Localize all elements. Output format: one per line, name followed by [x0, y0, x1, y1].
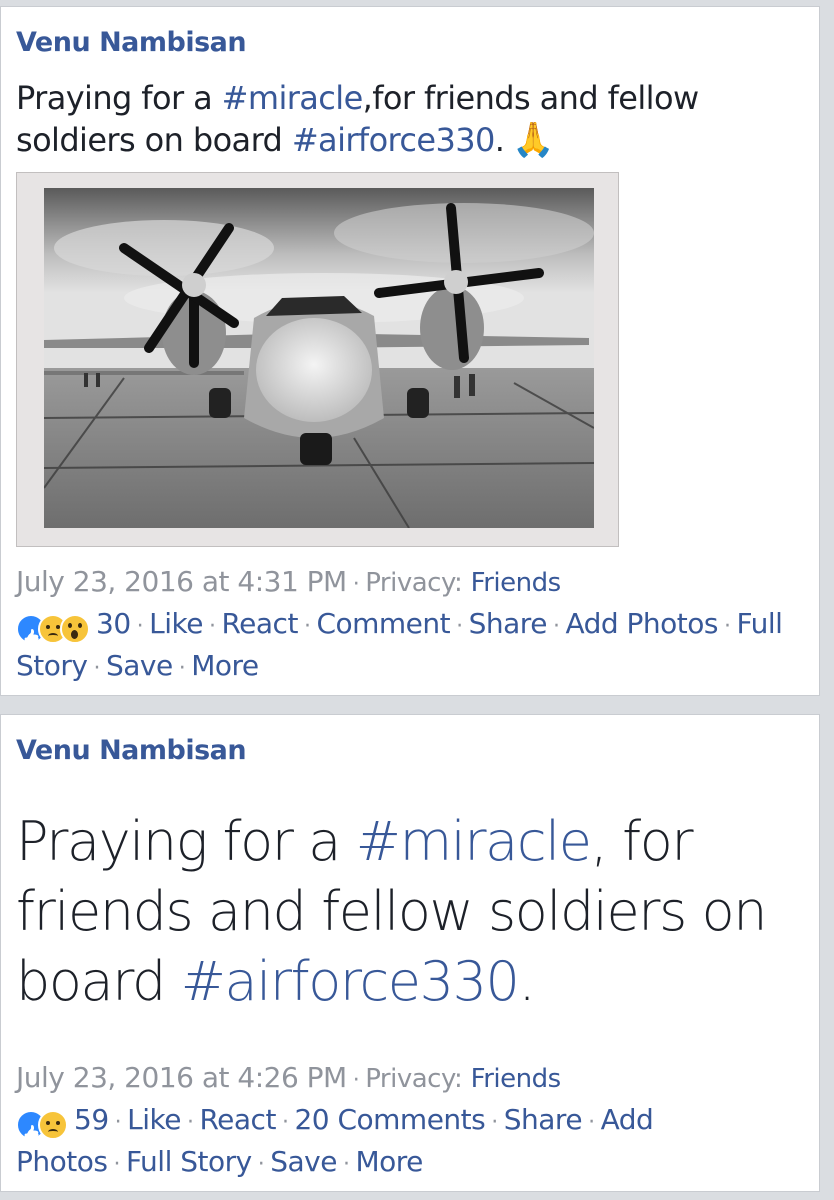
praying-hands-emoji: 🙏 [512, 120, 555, 160]
privacy-label: Privacy: [365, 1064, 463, 1094]
post-text-part: . [494, 121, 505, 159]
like-link[interactable]: Like [127, 1103, 181, 1136]
react-link[interactable]: React [221, 607, 298, 640]
privacy-link[interactable]: Friends [471, 1064, 562, 1094]
comment-link[interactable]: Comment [316, 607, 450, 640]
reaction-icons[interactable] [16, 1104, 68, 1140]
hashtag-link[interactable]: #airforce330 [292, 121, 496, 159]
hashtag-link[interactable]: #airforce330 [181, 950, 520, 1013]
hashtag-link[interactable]: #miracle [356, 810, 592, 873]
save-link[interactable]: Save [270, 1145, 337, 1178]
sad-icon [38, 1110, 68, 1140]
comment-link[interactable]: 20 Comments [294, 1103, 485, 1136]
post-card-1: Venu Nambisan Praying for a #miracle,for… [0, 6, 820, 696]
post-text-part: Praying for a [16, 79, 222, 117]
full-story-link[interactable]: Full Story [126, 1145, 252, 1178]
privacy-label: Privacy: [365, 568, 463, 598]
post-meta: July 23, 2016 at 4:26 PM · Privacy: Friend… [16, 1058, 806, 1184]
post-text: Praying for a #miracle, for friends and … [16, 807, 806, 1017]
reaction-count[interactable]: 30 [96, 607, 131, 640]
reaction-icons[interactable] [16, 608, 90, 644]
share-link[interactable]: Share [504, 1103, 583, 1136]
hashtag-link[interactable]: #miracle [222, 79, 364, 117]
post-text-part: . [518, 950, 536, 1013]
reaction-count[interactable]: 59 [74, 1103, 109, 1136]
post-timestamp[interactable]: July 23, 2016 at 4:31 PM [16, 565, 347, 598]
more-link[interactable]: More [191, 649, 259, 682]
save-link[interactable]: Save [106, 649, 173, 682]
more-link[interactable]: More [355, 1145, 423, 1178]
share-link[interactable]: Share [469, 607, 548, 640]
like-link[interactable]: Like [149, 607, 203, 640]
post-card-2: Venu Nambisan Praying for a #miracle, fo… [0, 714, 820, 1192]
add-photos-link[interactable]: Add Photos [565, 607, 718, 640]
post-text-part: Praying for a [16, 810, 356, 873]
post-text: Praying for a #miracle,for friends and f… [16, 77, 796, 161]
post-photo[interactable] [16, 172, 619, 547]
privacy-link[interactable]: Friends [471, 568, 562, 598]
wow-icon [60, 614, 90, 644]
react-link[interactable]: React [199, 1103, 276, 1136]
post-timestamp[interactable]: July 23, 2016 at 4:26 PM [16, 1061, 347, 1094]
post-author[interactable]: Venu Nambisan [16, 27, 247, 58]
airplane-photo [44, 188, 594, 528]
post-meta: July 23, 2016 at 4:31 PM · Privacy: Friend… [16, 562, 806, 688]
post-author[interactable]: Venu Nambisan [16, 735, 247, 766]
